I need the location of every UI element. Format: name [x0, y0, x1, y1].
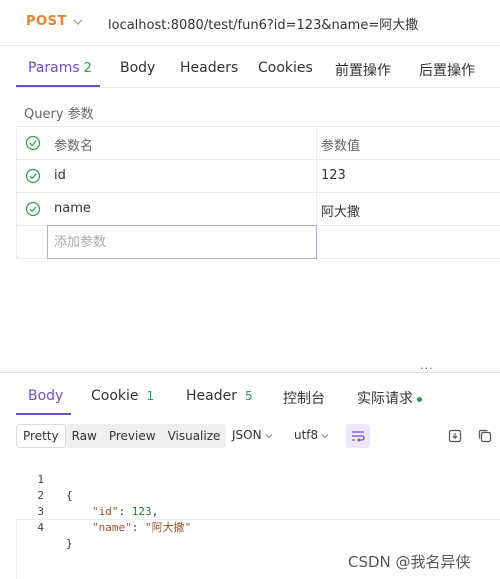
table-row: name 阿大撒 [17, 193, 500, 226]
check-circle-icon[interactable] [25, 135, 41, 151]
query-params-table: 参数名 参数值 id 123 name 阿大撒 [16, 126, 500, 259]
tab-console[interactable]: 控制台 [283, 388, 325, 408]
format-pretty-button[interactable]: Pretty [16, 424, 66, 448]
active-tab-indicator [16, 413, 71, 415]
status-dot-icon [417, 396, 422, 402]
tab-actual-request-label: 实际请求 [357, 391, 413, 407]
tab-header-count: 5 [244, 389, 253, 403]
format-raw-button[interactable]: Raw [66, 424, 103, 448]
param-value[interactable]: 阿大撒 [321, 201, 360, 220]
tab-params-label: Params [28, 60, 80, 76]
param-value[interactable]: 123 [321, 168, 346, 183]
code-line: 1 { [16, 456, 500, 502]
tab-response-body[interactable]: Body [28, 388, 63, 404]
format-switcher: Pretty Raw Preview Visualize [16, 424, 227, 448]
line-number: 4 [37, 521, 44, 534]
request-url-bar: POST localhost:8080/test/fun6?id=123&nam… [0, 0, 500, 46]
add-param-input[interactable] [47, 225, 317, 259]
code-close-brace: } [66, 537, 73, 550]
code-line: 2 "id": 123, [16, 472, 500, 518]
format-select-value: JSON [232, 428, 262, 442]
param-value-header: 参数值 [321, 139, 361, 154]
param-name[interactable]: name [54, 201, 91, 216]
tab-actual-request[interactable]: 实际请求 [357, 388, 422, 408]
chevron-down-icon [321, 433, 329, 438]
tab-response-header[interactable]: Header 5 [186, 388, 253, 404]
code-line: 3 "name": "阿大撒" [16, 488, 500, 534]
table-header-row: 参数名 参数值 [17, 127, 500, 160]
code-name-entry: "name": "阿大撒" [92, 521, 192, 534]
method-selector[interactable]: POST [26, 14, 67, 29]
format-preview-button[interactable]: Preview [103, 424, 162, 448]
wrap-lines-icon [352, 431, 365, 442]
encoding-select-value: utf8 [294, 428, 319, 442]
response-body-viewer[interactable]: 1 { 2 "id": 123, 3 "name": "阿大撒" 4 } [16, 452, 500, 550]
encoding-select[interactable]: utf8 [294, 428, 330, 442]
param-name-header: 参数名 [54, 139, 94, 154]
json-string: "阿大撒" [145, 521, 192, 534]
chevron-down-icon [265, 433, 272, 438]
request-tabs: Params 2 Body Headers Cookies 前置操作 后置操作 [16, 50, 500, 88]
format-select[interactable]: JSON [232, 428, 274, 442]
tab-body[interactable]: Body [120, 60, 155, 76]
param-name[interactable]: id [54, 168, 66, 183]
panel-border [16, 520, 17, 579]
panel-splitter[interactable] [0, 372, 500, 376]
tab-params[interactable]: Params 2 [28, 60, 92, 76]
copy-icon[interactable] [477, 428, 493, 444]
check-circle-icon[interactable] [25, 201, 41, 217]
response-tabs: Body Cookie 1 Header 5 控制台 实际请求 [16, 378, 500, 416]
watermark: CSDN @我名异侠 [348, 553, 471, 571]
query-params-title: Query 参数 [24, 107, 94, 122]
active-tab-indicator [16, 85, 100, 87]
tab-post-request[interactable]: 后置操作 [419, 60, 475, 80]
tab-pre-request[interactable]: 前置操作 [335, 60, 391, 80]
code-line: 4 } [16, 504, 500, 550]
chevron-down-icon[interactable] [72, 16, 84, 28]
tab-cookie-count: 1 [146, 389, 155, 403]
format-visualize-button[interactable]: Visualize [162, 424, 227, 448]
table-row: id 123 [17, 160, 500, 193]
json-key: "name" [92, 521, 132, 534]
url-input[interactable]: localhost:8080/test/fun6?id=123&name=阿大撒 [108, 14, 418, 33]
tab-params-count: 2 [83, 61, 92, 76]
check-circle-icon[interactable] [25, 168, 41, 184]
tab-cookies[interactable]: Cookies [258, 60, 313, 76]
wrap-lines-button[interactable] [346, 424, 370, 448]
tab-response-cookie[interactable]: Cookie 1 [91, 388, 154, 404]
tab-header-label: Header [186, 388, 237, 404]
download-icon[interactable] [447, 428, 463, 444]
tab-headers[interactable]: Headers [180, 60, 238, 76]
tab-cookie-label: Cookie [91, 388, 139, 404]
response-toolbar: Pretty Raw Preview Visualize JSON utf8 [16, 422, 500, 450]
